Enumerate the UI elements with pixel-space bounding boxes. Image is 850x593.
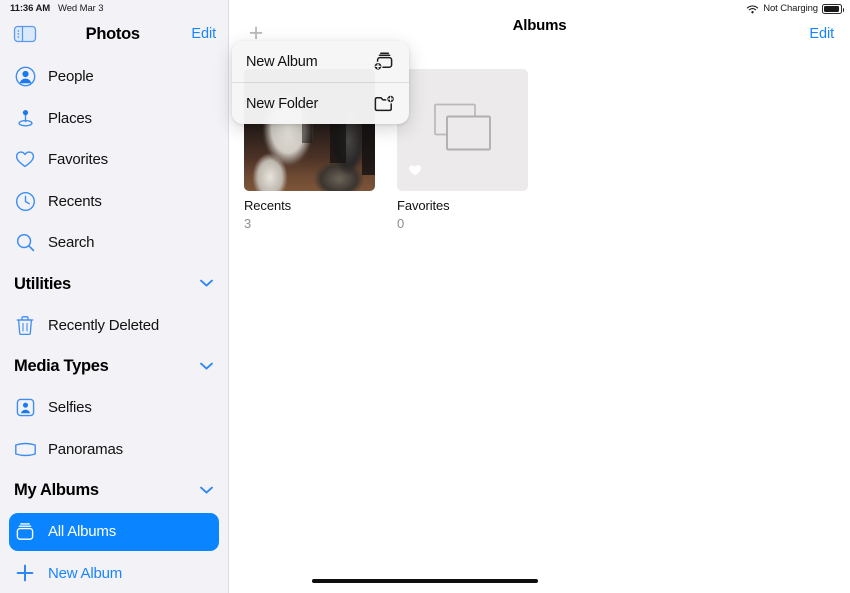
- charging-status: Not Charging: [763, 3, 818, 14]
- ipad-photos-screen: 11:36 AM Wed Mar 3 Not Charging Photos E…: [0, 0, 850, 593]
- menu-item-label: New Folder: [246, 95, 319, 112]
- map-pin-icon: [12, 108, 38, 129]
- rectangle-stack-badge-plus-icon: [373, 51, 395, 72]
- album-count: 0: [397, 216, 405, 231]
- album-name: Favorites: [397, 198, 450, 213]
- albums-stack-icon: [12, 521, 38, 542]
- chevron-down-icon[interactable]: [199, 358, 214, 376]
- menu-item-new-folder[interactable]: New Folder: [232, 83, 409, 124]
- person-circle-icon: [12, 66, 38, 87]
- menu-item-new-album[interactable]: New Album: [232, 41, 409, 82]
- sidebar: Photos Edit People Places Favorites Rece…: [0, 0, 229, 593]
- sidebar-item-label: Places: [48, 109, 92, 127]
- sidebar-item-recents[interactable]: Recents: [0, 181, 228, 223]
- heart-icon: [12, 149, 38, 170]
- trash-icon: [12, 315, 38, 336]
- panorama-icon: [12, 441, 38, 458]
- sidebar-item-label: New Album: [48, 564, 123, 582]
- sidebar-item-label: Recently Deleted: [48, 316, 160, 334]
- status-bar: 11:36 AM Wed Mar 3 Not Charging: [0, 0, 850, 17]
- sidebar-list: People Places Favorites Recents Search U…: [0, 52, 228, 593]
- menu-item-label: New Album: [246, 53, 318, 70]
- selfie-icon: [12, 397, 38, 418]
- chevron-down-icon[interactable]: [199, 482, 214, 500]
- album-name: Recents: [244, 198, 291, 213]
- sidebar-title: Photos: [85, 24, 140, 43]
- sidebar-item-all-albums[interactable]: All Albums: [0, 511, 228, 553]
- sidebar-item-label: Search: [48, 234, 95, 252]
- sidebar-item-label: Selfies: [48, 399, 92, 417]
- sidebar-item-new-album[interactable]: New Album: [0, 553, 228, 593]
- sidebar-item-label: All Albums: [48, 523, 117, 541]
- sidebar-item-selfies[interactable]: Selfies: [0, 387, 228, 429]
- battery-icon: [822, 3, 844, 14]
- sidebar-item-label: Recents: [48, 192, 102, 210]
- folder-badge-plus-icon: [373, 93, 395, 114]
- wifi-icon: [746, 4, 759, 14]
- album-card[interactable]: Favorites 0: [397, 69, 528, 231]
- status-date: Wed Mar 3: [58, 3, 104, 14]
- sidebar-section-utilities[interactable]: Utilities: [0, 264, 228, 305]
- section-title: Media Types: [14, 357, 109, 375]
- page-title: Albums: [512, 17, 567, 34]
- sidebar-item-label: Panoramas: [48, 440, 123, 458]
- home-indicator[interactable]: [312, 579, 538, 583]
- sidebar-item-places[interactable]: Places: [0, 98, 228, 140]
- magnifier-icon: [12, 232, 38, 253]
- sidebar-edit-button[interactable]: Edit: [191, 26, 216, 42]
- status-bar-right: Not Charging: [746, 3, 844, 14]
- album-count: 3: [244, 216, 252, 231]
- sidebar-item-panoramas[interactable]: Panoramas: [0, 429, 228, 471]
- sidebar-section-my-albums[interactable]: My Albums: [0, 470, 228, 511]
- sidebar-item-label: Favorites: [48, 151, 108, 169]
- album-thumbnail[interactable]: [397, 69, 528, 191]
- clock-icon: [12, 191, 38, 212]
- empty-album-placeholder-icon: [433, 103, 492, 157]
- status-bar-left: 11:36 AM Wed Mar 3: [10, 3, 104, 14]
- selected-pill[interactable]: All Albums: [9, 512, 219, 551]
- section-title: My Albums: [14, 481, 99, 499]
- add-album-context-menu: New Album New Folder: [232, 41, 409, 124]
- chevron-down-icon[interactable]: [199, 275, 214, 293]
- status-time: 11:36 AM: [10, 3, 51, 14]
- sidebar-item-recently-deleted[interactable]: Recently Deleted: [0, 305, 228, 347]
- heart-icon: [408, 163, 422, 182]
- edit-button[interactable]: Edit: [809, 26, 834, 42]
- sidebar-item-favorites[interactable]: Favorites: [0, 139, 228, 181]
- plus-icon: [12, 563, 38, 583]
- sidebar-item-people[interactable]: People: [0, 56, 228, 98]
- sidebar-item-label: People: [48, 68, 94, 86]
- section-title: Utilities: [14, 274, 71, 293]
- sidebar-item-search[interactable]: Search: [0, 222, 228, 264]
- sidebar-section-media-types[interactable]: Media Types: [0, 346, 228, 387]
